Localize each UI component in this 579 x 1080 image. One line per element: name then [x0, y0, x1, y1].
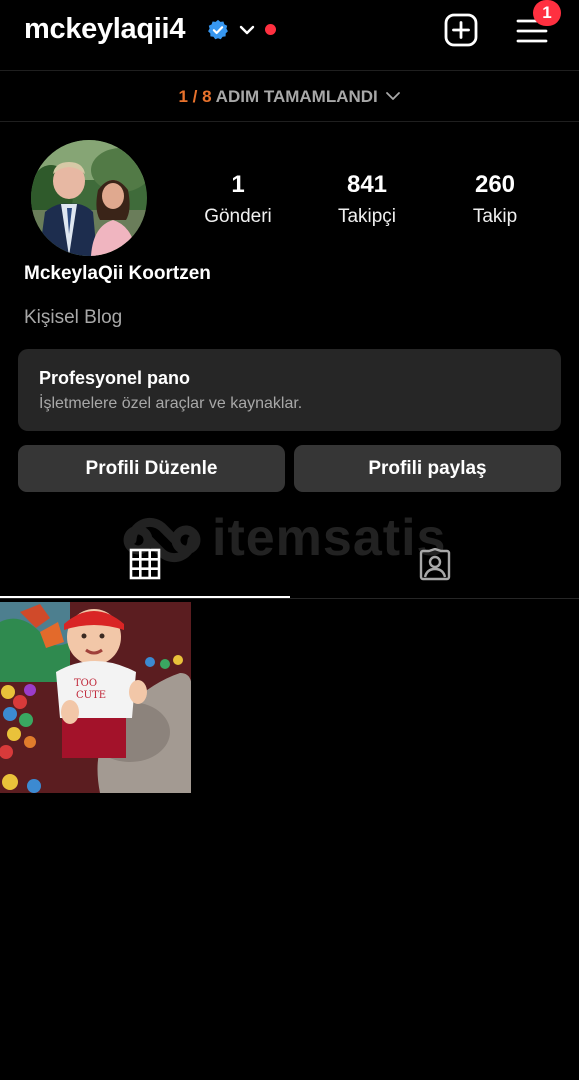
following-count: 260 [474, 171, 516, 198]
stat-following[interactable]: 260 Takip [430, 170, 560, 234]
tagged-person-icon [419, 548, 450, 581]
professional-dashboard-subtitle: İşletmelere özel araçlar ve kaynaklar. [39, 395, 303, 412]
profile-category: Kişisel Blog [24, 307, 123, 328]
svg-text:TOO: TOO [74, 678, 97, 689]
profile-avatar[interactable] [31, 140, 147, 256]
profile-header: mckeylaqii4 1 [0, 0, 579, 71]
tab-grid[interactable] [0, 540, 289, 598]
professional-dashboard-card[interactable]: Profesyonel pano İşletmelere özel araçla… [18, 349, 561, 431]
profile-steps-banner[interactable]: 1 / 8 ADIM TAMAMLANDI [0, 71, 579, 122]
followers-count: 841 [346, 171, 388, 198]
posts-label: Gönderi [204, 206, 272, 227]
followers-label: Takipçi [337, 206, 397, 227]
edit-profile-button[interactable]: Profili Düzenle [18, 445, 285, 492]
tab-tagged[interactable] [290, 540, 579, 598]
new-post-plus-icon[interactable] [443, 12, 479, 48]
grid-icon [129, 548, 160, 580]
post-thumbnail[interactable]: TOO CUTE [0, 602, 191, 793]
tabs-divider [0, 598, 579, 599]
unread-dot [265, 24, 276, 35]
stat-posts[interactable]: 1 Gönderi [173, 170, 303, 234]
svg-text:CUTE: CUTE [76, 690, 106, 701]
verified-badge-icon [208, 19, 228, 40]
steps-count: 1 / 8 [178, 87, 212, 106]
professional-dashboard-title: Profesyonel pano [39, 368, 191, 388]
profile-full-name: MckeylaQii Koortzen [24, 263, 211, 284]
share-profile-button[interactable]: Profili paylaş [294, 445, 561, 492]
steps-label: ADIM TAMAMLANDI [215, 87, 378, 106]
chevron-down-icon [385, 92, 400, 100]
notification-badge: 1 [533, 0, 561, 26]
following-label: Takip [472, 206, 518, 227]
posts-count: 1 [231, 171, 245, 198]
username-switcher[interactable]: mckeylaqii4 [24, 13, 185, 46]
stat-followers[interactable]: 841 Takipçi [302, 170, 432, 234]
chevron-down-icon[interactable] [238, 21, 256, 39]
